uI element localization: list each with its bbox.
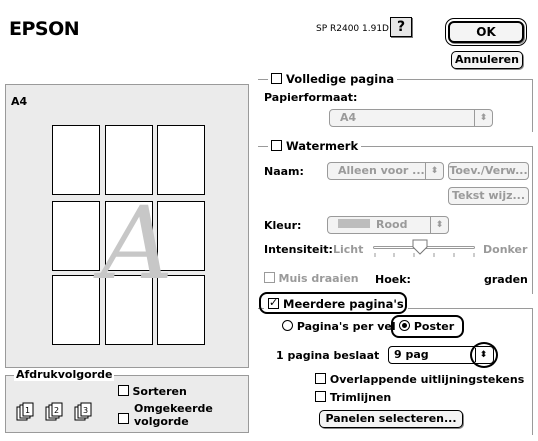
updown-arrow-icon: ⬍ — [430, 217, 448, 233]
poster-panel-1[interactable] — [52, 125, 100, 195]
reverse-order-checkbox[interactable] — [118, 413, 129, 424]
color-swatch — [338, 219, 370, 228]
reverse-order-option[interactable] — [118, 404, 129, 424]
pages-per-sheet-radio[interactable] — [282, 320, 293, 331]
reverse-order-label-line2: volgorde — [134, 415, 189, 428]
angle-label: Hoek: — [375, 273, 411, 286]
svg-text:1: 1 — [25, 406, 30, 415]
rotate-mouse-option[interactable]: Muis draaien — [264, 272, 359, 285]
pages-per-sheet-label: Pagina's per vel — [296, 320, 396, 333]
watermark-checkbox[interactable] — [271, 140, 282, 151]
multipage-highlight — [259, 292, 407, 314]
sort-option[interactable]: Sorteren — [118, 385, 187, 398]
driver-version: SP R2400 1.91D — [316, 24, 389, 34]
color-value: Rood — [376, 218, 408, 231]
paper-format-label: Papierformaat: — [264, 91, 358, 104]
updown-arrow-icon: ⬍ — [425, 163, 443, 179]
rotate-mouse-checkbox[interactable] — [264, 272, 275, 283]
sort-checkbox[interactable] — [118, 385, 129, 396]
poster-highlight — [391, 315, 464, 338]
svg-text:3: 3 — [83, 406, 88, 415]
overlap-marks-checkbox[interactable] — [315, 373, 326, 384]
poster-panel-4[interactable] — [52, 201, 100, 271]
epson-logo: EPSON — [9, 18, 80, 40]
paper-size-label: A4 — [11, 95, 28, 108]
updown-arrow-icon: ⬍ — [474, 110, 492, 126]
print-order-title: Afdrukvolgorde — [14, 368, 115, 381]
color-select[interactable]: Rood ⬍ — [327, 216, 449, 234]
watermark-name-value: Alleen voor ... — [338, 164, 425, 177]
reverse-order-label-line1: Omgekeerde — [134, 402, 213, 415]
paper-format-select[interactable]: A4 ⬍ — [329, 109, 493, 127]
add-remove-watermark-button[interactable]: Toev./Verw... — [448, 162, 529, 180]
watermark-name-label: Naam: — [264, 165, 304, 178]
poster-preview: A4 A — [5, 84, 249, 368]
color-label: Kleur: — [264, 219, 302, 232]
intensity-ticks — [374, 253, 475, 257]
cancel-button[interactable]: Annuleren — [451, 51, 523, 69]
intensity-low-label: Licht — [333, 243, 364, 256]
pages-per-sheet-option[interactable]: Pagina's per vel — [282, 320, 396, 333]
sort-label: Sorteren — [132, 385, 187, 398]
full-page-label: Volledige pagina — [286, 72, 395, 86]
collate-pages-icon: 1 2 3 — [16, 402, 92, 421]
page-covers-value: 9 pag — [394, 348, 429, 361]
trim-lines-option[interactable]: Trimlijnen — [315, 391, 391, 404]
svg-text:2: 2 — [54, 406, 59, 415]
preview-letter-watermark: A — [101, 185, 174, 302]
dropdown-arrow-highlight — [470, 342, 498, 368]
page-covers-label: 1 pagina beslaat — [276, 349, 380, 362]
watermark-option[interactable]: Watermerk — [268, 139, 362, 153]
overlap-marks-option[interactable]: Overlappende uitlijningstekens — [315, 373, 524, 386]
overlap-marks-label: Overlappende uitlijningstekens — [329, 373, 525, 386]
trim-lines-checkbox[interactable] — [315, 391, 326, 402]
poster-panel-7[interactable] — [52, 275, 100, 345]
select-panels-button[interactable]: Panelen selecteren... — [319, 410, 463, 428]
edit-text-button[interactable]: Tekst wijz... — [448, 187, 529, 205]
ok-button[interactable]: OK — [445, 18, 527, 46]
rotate-mouse-label: Muis draaien — [278, 272, 359, 285]
angle-unit-label: graden — [484, 273, 528, 286]
trim-lines-label: Trimlijnen — [329, 391, 392, 404]
reverse-order-label: Omgekeerde volgorde — [134, 402, 213, 428]
help-button[interactable]: ? — [390, 17, 412, 37]
intensity-label: Intensiteit: — [264, 243, 333, 256]
intensity-high-label: Donker — [483, 243, 528, 256]
watermark-label: Watermerk — [286, 139, 359, 153]
full-page-option[interactable]: Volledige pagina — [268, 72, 398, 86]
watermark-name-select[interactable]: Alleen voor ... ⬍ — [327, 162, 444, 180]
full-page-checkbox[interactable] — [271, 73, 282, 84]
paper-format-value: A4 — [340, 111, 357, 124]
